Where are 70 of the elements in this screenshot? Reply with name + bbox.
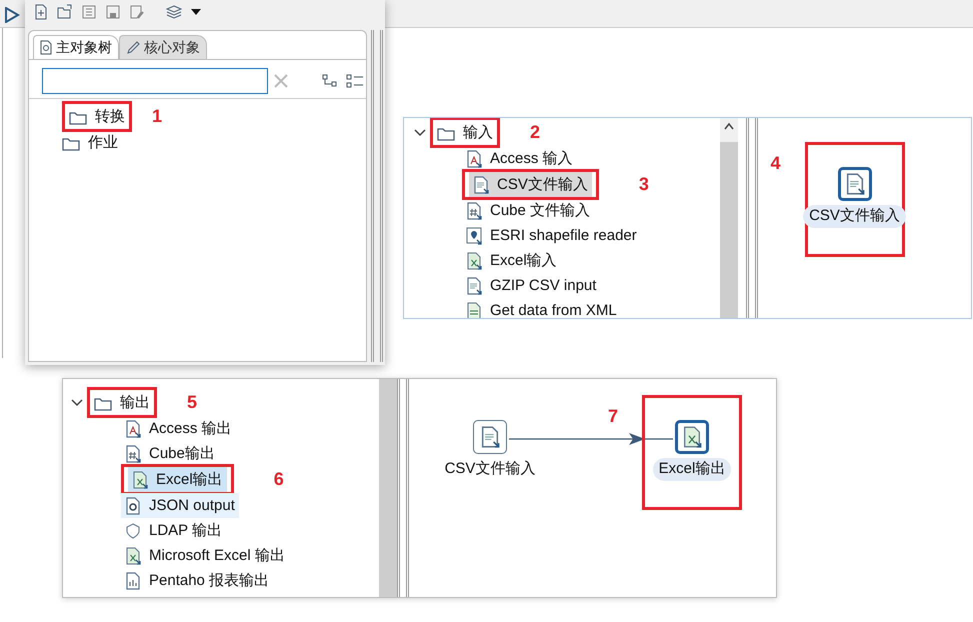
tree-item[interactable]: Excel输入	[462, 248, 561, 273]
document-icon	[466, 202, 482, 220]
layers-icon[interactable]	[165, 4, 183, 20]
tree-folder[interactable]: 输入	[463, 120, 493, 145]
spreadsheet-icon	[466, 252, 482, 270]
expand-tree-icon[interactable]	[322, 74, 338, 88]
chevron-down-icon[interactable]	[414, 128, 426, 138]
scrollbar[interactable]	[379, 379, 397, 597]
document-icon	[844, 173, 864, 195]
shield-icon	[125, 522, 141, 540]
tree-item[interactable]: Pentaho 报表输出	[121, 568, 274, 593]
tree-item[interactable]: Access 输入	[462, 146, 577, 171]
document-icon	[125, 496, 141, 514]
scroll-up-icon[interactable]	[724, 122, 734, 130]
save-icon[interactable]	[105, 4, 121, 20]
callout-number: 5	[187, 391, 198, 414]
tree-item[interactable]: CSV文件输入	[469, 172, 592, 197]
spreadsheet-icon	[125, 546, 141, 564]
step-node[interactable]	[838, 167, 872, 201]
callout-number: 1	[152, 105, 162, 128]
callout-number: 7	[608, 405, 618, 428]
document-icon	[466, 276, 482, 294]
document-icon	[480, 426, 500, 448]
document-icon	[466, 302, 482, 318]
chevron-down-icon[interactable]	[71, 398, 83, 408]
tree-item[interactable]: Microsoft Excel 输出	[121, 543, 289, 568]
tree-item[interactable]: Access 输出	[121, 416, 236, 441]
new-file-icon[interactable]	[33, 4, 49, 20]
step-label: CSV文件输入	[803, 205, 906, 228]
tree-item[interactable]: 转换	[95, 104, 125, 129]
spreadsheet-icon	[132, 470, 148, 488]
tree-item[interactable]: ESRI shapefile reader	[462, 223, 641, 248]
document-icon	[473, 176, 489, 194]
tab[interactable]: 核心对象	[119, 35, 207, 59]
tree-item[interactable]: Cube 文件输入	[462, 198, 594, 223]
callout-number: 2	[530, 121, 540, 144]
search-icon	[40, 40, 52, 55]
spreadsheet-icon	[682, 426, 702, 448]
step-node[interactable]	[675, 420, 709, 454]
tree-item[interactable]: Excel输出	[128, 467, 227, 492]
document-icon	[466, 150, 482, 168]
tab[interactable]: 主对象树	[33, 35, 119, 59]
tree-item[interactable]: JSON output	[121, 493, 239, 518]
splitter[interactable]	[397, 379, 409, 597]
pencil-icon	[126, 40, 140, 54]
tree-folder[interactable]: 输出	[120, 390, 150, 415]
scrollbar[interactable]	[720, 118, 738, 318]
map-pin-icon	[466, 226, 482, 244]
tree-item[interactable]: LDAP 输出	[121, 518, 226, 543]
run-icon[interactable]	[4, 7, 20, 23]
tree-item[interactable]: GZIP CSV input	[462, 273, 600, 298]
splitter[interactable]	[746, 118, 758, 318]
tree-item[interactable]: 作业	[88, 130, 118, 155]
callout-number: 3	[638, 173, 649, 196]
document-icon	[125, 572, 141, 590]
tree-item[interactable]: Cube输出	[121, 441, 219, 466]
step-node[interactable]	[473, 420, 507, 454]
tree-item[interactable]: Get data from XML	[462, 298, 621, 318]
callout-number: 6	[274, 468, 284, 491]
callout-number: 4	[770, 152, 781, 175]
document-icon	[125, 444, 141, 462]
step-label: CSV文件输入	[444, 459, 536, 479]
step-label: Excel输出	[652, 458, 732, 480]
open-folder-icon[interactable]	[57, 4, 73, 20]
collapse-list-icon[interactable]	[346, 74, 364, 88]
search-field[interactable]	[42, 68, 268, 94]
list-icon[interactable]	[81, 4, 97, 20]
save-as-icon[interactable]	[129, 4, 145, 20]
caret-icon[interactable]	[191, 8, 201, 16]
document-icon	[125, 420, 141, 438]
